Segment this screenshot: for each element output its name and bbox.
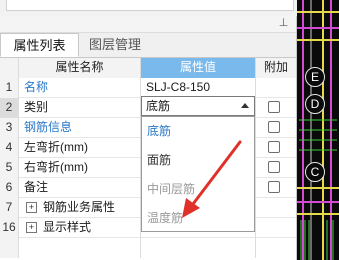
row-name: 左弯折(mm): [19, 138, 141, 158]
category-select[interactable]: 底筋: [141, 96, 255, 116]
dropdown-option[interactable]: 温度筋: [142, 204, 254, 233]
grid-empty-area: [0, 238, 296, 258]
top-strip-field: [6, 0, 294, 11]
row-attach: [256, 118, 296, 138]
dropdown-option[interactable]: 中间层筋: [142, 175, 254, 204]
row-name: + 钢筋业务属性: [19, 198, 141, 218]
panel-header: ⊥: [0, 16, 296, 33]
row-index: 3: [0, 118, 19, 138]
top-strip: [0, 0, 298, 16]
category-dropdown-list: 底筋 面筋 中间层筋 温度筋: [141, 116, 255, 232]
row-attach: [256, 198, 296, 218]
row-name-label: 显示样式: [43, 220, 92, 234]
row-attach: [256, 158, 296, 178]
row-name: 右弯折(mm): [19, 158, 141, 178]
row-value: [141, 238, 256, 258]
attach-checkbox[interactable]: [268, 141, 280, 153]
row-value[interactable]: SLJ-C8-150: [141, 78, 256, 98]
row-name: [19, 238, 141, 258]
header-index: [0, 58, 19, 78]
properties-panel: ⊥ 属性列表 图层管理 属性名称 属性值 附加 1 名称 SLJ-C8-150 …: [0, 16, 297, 260]
row-index: 1: [0, 78, 19, 98]
row-name: + 显示样式: [19, 218, 141, 238]
row-attach: [256, 138, 296, 158]
row-name: 名称: [19, 78, 141, 98]
row-attach: [256, 78, 296, 98]
drawing-canvas[interactable]: E D C: [297, 0, 339, 260]
grid-header: 属性名称 属性值 附加: [0, 58, 296, 78]
panel-tabs: 属性列表 图层管理: [0, 33, 296, 58]
row-index: 5: [0, 158, 19, 178]
dropdown-option[interactable]: 面筋: [142, 146, 254, 175]
row-name: 备注: [19, 178, 141, 198]
row-index: 2: [0, 98, 19, 118]
header-property-value: 属性值: [141, 58, 256, 78]
row-attach: [256, 178, 296, 198]
expand-icon[interactable]: +: [26, 222, 37, 234]
row-index: 16: [0, 218, 19, 238]
attach-checkbox[interactable]: [268, 101, 280, 113]
grid-axis-marker: D: [305, 94, 325, 114]
header-attach: 附加: [256, 58, 296, 78]
tab-property-list[interactable]: 属性列表: [0, 33, 79, 57]
expand-icon[interactable]: +: [26, 202, 37, 214]
grid-axis-marker: E: [305, 67, 325, 87]
attach-checkbox[interactable]: [268, 181, 280, 193]
tab-layer-management[interactable]: 图层管理: [82, 33, 148, 57]
canvas-drawing: [297, 0, 339, 260]
row-attach: [256, 98, 296, 118]
pin-icon[interactable]: ⊥: [278, 18, 289, 29]
attach-checkbox[interactable]: [268, 121, 280, 133]
grid-axis-marker: C: [305, 162, 325, 182]
row-name-label: 钢筋业务属性: [43, 200, 116, 214]
row-index: 7: [0, 198, 19, 218]
dropdown-option[interactable]: 底筋: [142, 117, 254, 146]
row-attach: [256, 218, 296, 238]
caret-up-icon[interactable]: [241, 103, 249, 108]
table-row[interactable]: 1 名称 SLJ-C8-150: [0, 78, 296, 98]
row-name: 钢筋信息: [19, 118, 141, 138]
row-index: 4: [0, 138, 19, 158]
row-index: 6: [0, 178, 19, 198]
header-property-name: 属性名称: [19, 58, 141, 78]
category-select-value: 底筋: [146, 99, 171, 113]
row-name: 类别: [19, 98, 141, 118]
row-index: [0, 238, 19, 258]
attach-checkbox[interactable]: [268, 161, 280, 173]
